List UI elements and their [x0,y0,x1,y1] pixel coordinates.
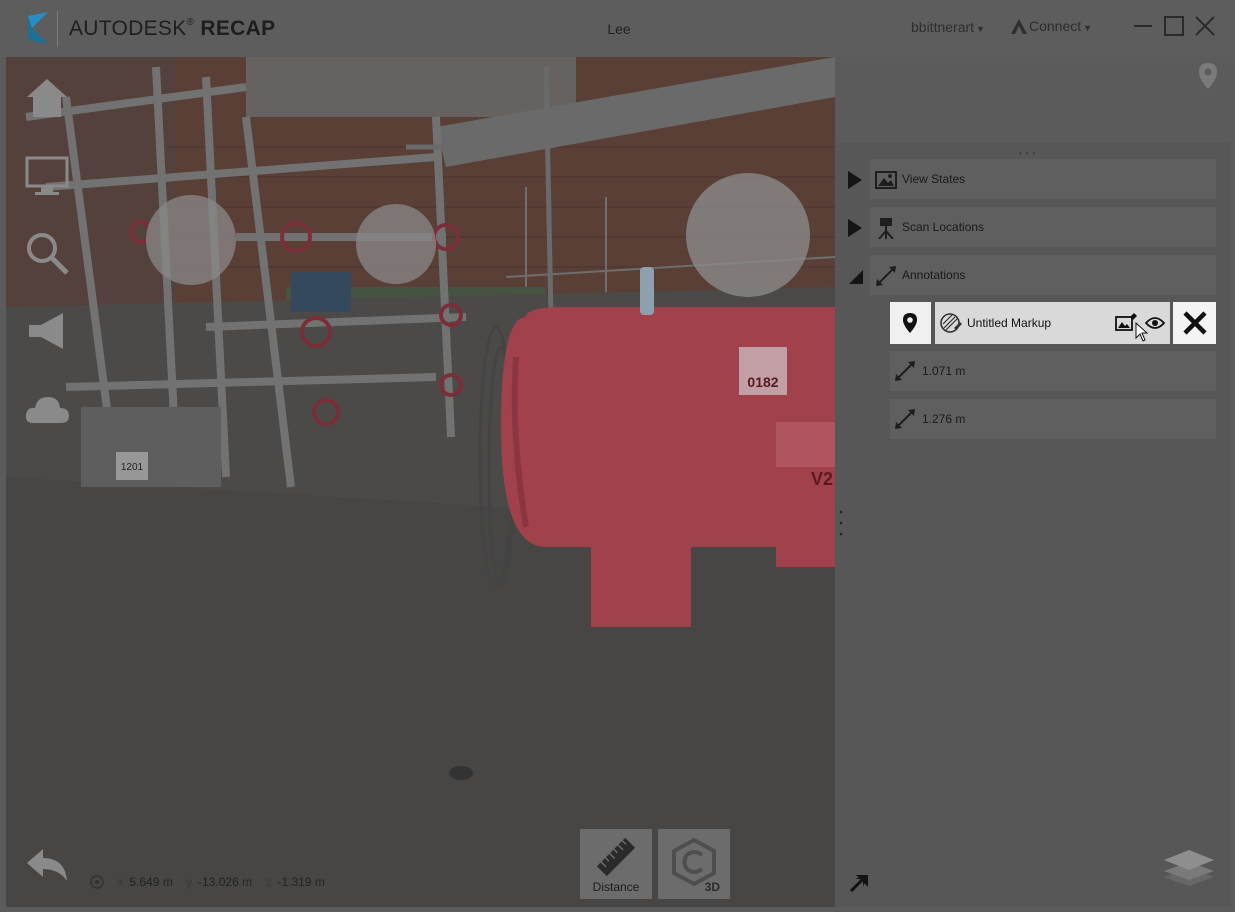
user-menu[interactable]: bbittnerart ▼ [911,19,985,35]
expand-arrow-icon[interactable] [848,219,862,237]
pump-tag: 1201 [121,462,144,473]
scan-location-sphere[interactable] [146,195,236,285]
connect-logo-icon [1011,19,1027,34]
panel-side-grip[interactable] [838,508,844,538]
close-icon [1183,311,1207,335]
delete-markup-button[interactable] [1173,302,1216,344]
coordinate-readout: x 5.649 m y -13.026 m z -1.319 m [90,875,325,889]
user-name: bbittnerart [911,19,975,35]
search-icon[interactable] [23,229,71,277]
measurement-value: 1.071 m [922,364,966,378]
close-window-button[interactable] [1193,14,1217,38]
markup-icon [940,313,962,333]
title-bar: AUTODESK® RECAP Lee bbittnerart ▼ Connect… [0,0,1235,57]
locate-markup-button[interactable] [890,302,931,344]
section-scan-locations[interactable]: Scan Locations [848,207,1216,247]
measurement-value: 1.276 m [922,412,966,426]
scan-location-sphere[interactable] [356,204,436,284]
autodesk-logo-icon [28,12,48,44]
target-icon [90,875,104,889]
distance-button[interactable]: Distance [580,829,652,899]
megaphone-icon[interactable] [23,307,71,355]
section-title: Scan Locations [902,220,985,234]
measure-icon [895,361,915,381]
section-title: Annotations [902,268,966,282]
point-cloud-viewport[interactable]: 1201 0182 V2 x 5.649 m y -13.026 m z -1.319… [6,57,835,907]
edit-image-icon[interactable] [1115,313,1137,333]
section-view-states[interactable]: View States [848,159,1216,199]
chevron-down-icon: ▼ [976,24,985,34]
layers-icon[interactable] [1162,848,1216,886]
mouse-cursor-icon [1135,322,1149,342]
cloud-icon[interactable] [23,385,71,433]
map-pin-icon[interactable] [1198,62,1218,90]
markup-title: Untitled Markup [967,316,1052,330]
section-annotations[interactable]: Annotations [849,255,1216,295]
markup-item[interactable]: Untitled Markup [890,302,1216,344]
project-panel: ··· View States Scan Locations Annotatio… [835,143,1231,907]
measurement-item[interactable]: 1.071 m [890,351,1216,391]
minimize-button[interactable] [1131,14,1155,38]
measure-icon [895,409,915,429]
markup-entry[interactable]: Untitled Markup [935,302,1170,344]
connect-label: Connect [1029,18,1082,34]
back-arrow-icon[interactable] [23,843,71,891]
section-title: View States [902,172,966,186]
window-title: Lee [607,21,631,37]
connect-menu[interactable]: Connect ▼ [1011,18,1092,34]
distance-label: Distance [592,880,640,894]
expand-corner-icon[interactable] [848,872,870,894]
monitor-icon[interactable] [23,152,71,200]
panel-resize-grip[interactable]: ··· [1018,144,1038,160]
logo-separator [57,11,58,47]
chevron-down-icon: ▼ [1083,23,1093,33]
3d-view-button[interactable]: 3D [658,829,730,899]
measurement-item[interactable]: 1.276 m [890,399,1216,439]
expand-arrow-icon[interactable] [848,171,862,189]
scan-location-sphere[interactable] [686,173,810,297]
camera-tripod-icon [878,218,894,239]
scene-image: 1201 0182 V2 [6,57,835,907]
measure-icon [876,266,896,286]
collapse-arrow-icon[interactable] [848,269,864,285]
tank-tag: 0182 [747,374,778,390]
map-pin-icon [903,313,917,333]
tank-code: V2 [811,469,833,489]
image-icon [875,171,897,189]
brand-name: AUTODESK® RECAP [69,17,276,40]
home-icon[interactable] [23,75,71,123]
maximize-button[interactable] [1162,14,1186,38]
3d-label: 3D [704,880,720,894]
ruler-icon [596,837,636,877]
